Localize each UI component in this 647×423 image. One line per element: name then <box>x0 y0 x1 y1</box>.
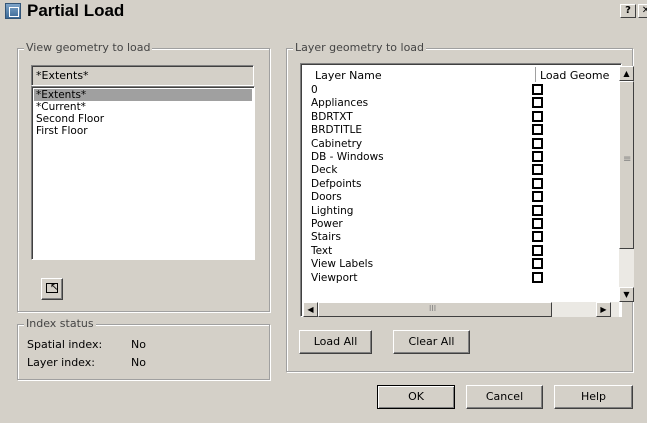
load-geometry-checkbox[interactable] <box>532 271 543 283</box>
view-list[interactable]: *Extents* *Current* Second Floor First Floo… <box>31 86 255 260</box>
help-button[interactable]: Help <box>554 385 633 409</box>
load-geometry-checkbox[interactable] <box>532 218 543 229</box>
view-geometry-label: View geometry to load <box>24 41 153 55</box>
layer-name: Lighting <box>311 204 354 217</box>
index-status-label: Index status <box>24 317 96 331</box>
view-list-item[interactable]: *Extents* <box>34 89 252 101</box>
layer-row[interactable]: Defpoints <box>303 177 617 190</box>
cancel-button[interactable]: Cancel <box>466 385 543 409</box>
view-list-item[interactable]: Second Floor <box>34 113 252 125</box>
view-geometry-group: View geometry to load *Extents* *Extents… <box>17 41 270 312</box>
scroll-right-icon[interactable]: ▶ <box>596 302 611 317</box>
layer-name: View Labels <box>311 258 374 271</box>
column-layer-name[interactable]: Layer Name <box>315 69 382 82</box>
spatial-index-label: Spatial index: <box>27 338 103 351</box>
column-divider[interactable] <box>535 67 536 82</box>
layer-name: Doors <box>311 191 342 204</box>
layer-rows: 0 Appliances BDRTXT BRDTITLE Cabinetry DB - W… <box>303 84 617 304</box>
load-geometry-checkbox[interactable] <box>532 164 543 176</box>
layer-name: BDRTXT <box>311 110 353 123</box>
layer-index-label: Layer index: <box>27 356 95 369</box>
horizontal-scroll-thumb[interactable] <box>318 302 552 317</box>
pick-window-button[interactable] <box>41 278 63 300</box>
load-geometry-checkbox[interactable] <box>532 151 543 162</box>
index-status-group: Index status Spatial index: No Layer ind… <box>17 317 270 380</box>
vertical-scroll-thumb[interactable] <box>619 81 634 249</box>
layer-row[interactable]: Doors <box>303 191 617 203</box>
layer-list[interactable]: Layer Name Load Geometry 0AppliancesBDRT… <box>300 63 634 317</box>
layer-row[interactable]: Deck <box>303 164 617 176</box>
load-geometry-checkbox[interactable] <box>532 124 543 136</box>
app-icon <box>5 3 21 19</box>
partial-load-dialog: Partial Load ? ✕ View geometry to load *… <box>0 0 647 423</box>
horizontal-scrollbar[interactable]: ◀ ▶ <box>303 302 619 317</box>
scroll-left-icon[interactable]: ◀ <box>303 302 318 317</box>
layer-row[interactable]: Cabinetry <box>303 137 617 150</box>
layer-name: Viewport <box>311 271 358 284</box>
ok-button[interactable]: OK <box>377 385 455 409</box>
layer-row[interactable]: View Labels <box>303 258 617 270</box>
load-geometry-checkbox[interactable] <box>532 137 543 149</box>
layer-name: Defpoints <box>311 177 362 190</box>
layer-row[interactable]: Viewport <box>303 271 617 284</box>
column-load-geometry[interactable]: Load Geometry <box>540 69 609 82</box>
load-geometry-checkbox[interactable] <box>532 231 543 243</box>
load-geometry-checkbox[interactable] <box>532 110 543 122</box>
load-geometry-checkbox[interactable] <box>532 177 543 189</box>
layer-row[interactable]: Power <box>303 218 617 230</box>
layer-row[interactable]: 0 <box>303 84 617 96</box>
view-list-item[interactable]: First Floor <box>34 125 252 137</box>
layer-name: BRDTITLE <box>311 124 362 137</box>
help-icon[interactable]: ? <box>620 4 636 18</box>
load-all-button[interactable]: Load All <box>299 330 372 354</box>
layer-row[interactable]: Appliances <box>303 97 617 109</box>
layer-geometry-group: Layer geometry to load Layer Name Load G… <box>286 41 634 372</box>
spatial-index-value: No <box>131 338 146 351</box>
load-geometry-checkbox[interactable] <box>532 84 543 95</box>
layer-row[interactable]: BRDTITLE <box>303 124 617 136</box>
layer-name: Text <box>311 244 333 257</box>
scroll-up-icon[interactable]: ▲ <box>619 66 634 81</box>
layer-row[interactable]: DB - Windows <box>303 151 617 163</box>
scroll-down-icon[interactable]: ▼ <box>619 287 634 302</box>
layer-name: Stairs <box>311 231 341 244</box>
load-geometry-checkbox[interactable] <box>532 258 543 270</box>
load-geometry-checkbox[interactable] <box>532 204 543 216</box>
layer-name: Power <box>311 218 343 230</box>
close-icon[interactable]: ✕ <box>638 4 647 18</box>
layer-index-value: No <box>131 356 146 369</box>
layer-name: Cabinetry <box>311 137 363 150</box>
load-geometry-checkbox[interactable] <box>532 191 543 203</box>
load-geometry-checkbox[interactable] <box>532 244 543 256</box>
layer-row[interactable]: Text <box>303 244 617 257</box>
layer-row[interactable]: BDRTXT <box>303 110 617 123</box>
dialog-title: Partial Load <box>27 1 125 20</box>
load-geometry-checkbox[interactable] <box>532 97 543 109</box>
layer-name: 0 <box>311 84 318 96</box>
layer-geometry-label: Layer geometry to load <box>293 41 427 55</box>
layer-list-header: Layer Name Load Geometry <box>303 66 617 84</box>
layer-name: Deck <box>311 164 338 177</box>
layer-name: DB - Windows <box>311 151 384 163</box>
vertical-scrollbar[interactable]: ▲ ▼ <box>619 66 634 302</box>
title-bar[interactable]: Partial Load ? ✕ <box>0 0 647 23</box>
layer-row[interactable]: Lighting <box>303 204 617 217</box>
pick-window-icon <box>46 283 58 293</box>
layer-row[interactable]: Stairs <box>303 231 617 243</box>
view-selection-field: *Extents* <box>31 65 254 86</box>
layer-name: Appliances <box>311 97 369 110</box>
clear-all-button[interactable]: Clear All <box>393 330 470 354</box>
view-list-item[interactable]: *Current* <box>34 101 252 113</box>
